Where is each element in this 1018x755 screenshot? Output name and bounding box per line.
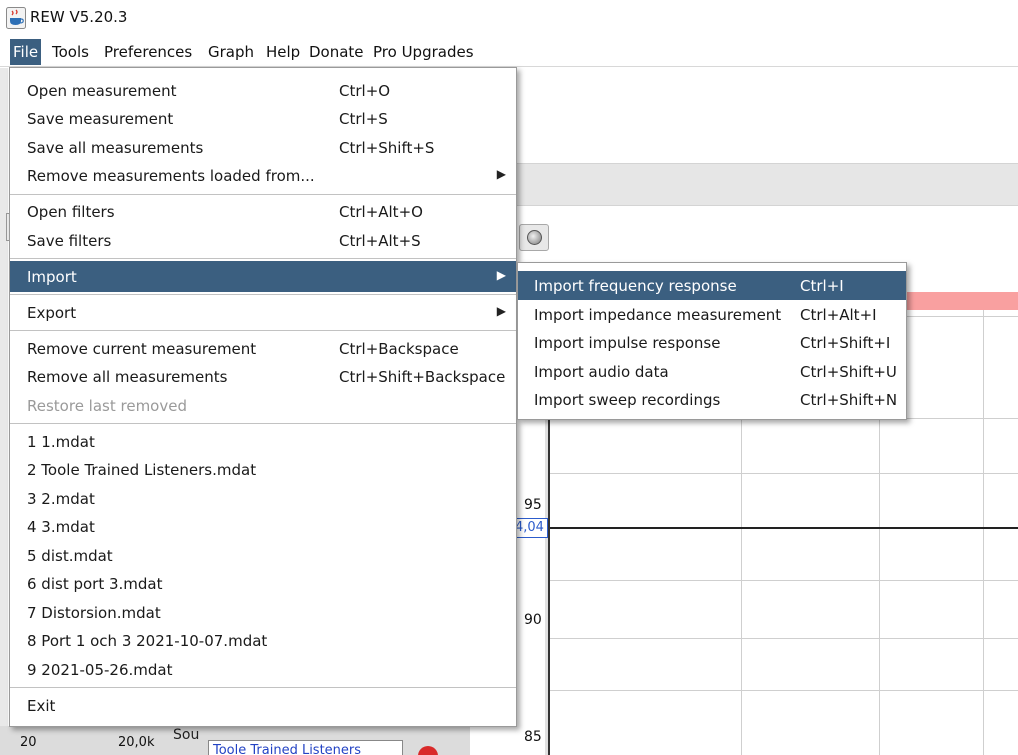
grid-line: [550, 638, 1018, 639]
java-cup-icon: [6, 7, 26, 29]
title-bar: REW V5.20.3: [0, 0, 1018, 36]
grid-line: [983, 310, 984, 755]
submenu-arrow-icon: ▶: [496, 304, 506, 318]
menu-bar: File Tools Preferences Graph Help Donate…: [0, 36, 1018, 67]
submenu-arrow-icon: ▶: [496, 268, 506, 282]
plot-band: [906, 292, 1018, 310]
recent-file-item[interactable]: 8 Port 1 och 3 2021-10-07.mdat: [10, 626, 516, 655]
toolbar-button[interactable]: [519, 224, 549, 251]
rew-window: REW V5.20.3 File Tools Preferences Graph…: [0, 0, 1018, 755]
y-tick-label: 95: [524, 497, 542, 513]
record-knob-icon: [527, 230, 542, 245]
measurement-selector[interactable]: Toole Trained Listeners: [208, 740, 403, 755]
x-axis-min-label: 20: [20, 735, 37, 750]
toolbar-strip: [517, 163, 1018, 206]
menu-graph[interactable]: Graph: [205, 39, 257, 65]
menu-separator: [10, 687, 516, 688]
window-title: REW V5.20.3: [30, 8, 128, 26]
recent-file-item[interactable]: 5 dist.mdat: [10, 541, 516, 570]
y-tick-label: 90: [524, 612, 542, 628]
measurement-trace: [550, 527, 1018, 529]
source-label: Sou: [173, 727, 200, 743]
menu-preferences[interactable]: Preferences: [101, 39, 195, 65]
menu-file[interactable]: File: [10, 39, 42, 65]
menu-item-remove-all[interactable]: Remove all measurements Ctrl+Shift+Backs…: [10, 362, 516, 391]
menu-help[interactable]: Help: [263, 39, 303, 65]
menu-item-open-filters[interactable]: Open filters Ctrl+Alt+O: [10, 197, 516, 226]
menu-item-import[interactable]: Import ▶: [10, 261, 516, 292]
y-tick-label: 85: [524, 729, 542, 745]
recent-file-item[interactable]: 4 3.mdat: [10, 512, 516, 541]
menu-item-restore-last-removed: Restore last removed: [27, 397, 187, 415]
menu-pro-upgrades[interactable]: Pro Upgrades: [370, 39, 477, 65]
menu-item-import-sweep-recordings[interactable]: Import sweep recordings Ctrl+Shift+N: [518, 385, 906, 414]
menu-tools[interactable]: Tools: [49, 39, 92, 65]
menu-donate[interactable]: Donate: [306, 39, 367, 65]
menu-separator: [10, 330, 516, 331]
recent-file-item[interactable]: 2 Toole Trained Listeners.mdat: [10, 455, 516, 484]
recent-file-item[interactable]: 7 Distorsion.mdat: [10, 598, 516, 627]
menu-item-save-filters[interactable]: Save filters Ctrl+Alt+S: [10, 226, 516, 255]
file-menu: Open measurement Ctrl+O Save measurement…: [9, 67, 517, 727]
menu-item-import-audio-data[interactable]: Import audio data Ctrl+Shift+U: [518, 357, 906, 386]
recent-file-item[interactable]: 9 2021-05-26.mdat: [10, 655, 516, 684]
menu-separator: [10, 194, 516, 195]
x-axis-max-label: 20,0k: [118, 735, 155, 750]
menu-item-open-measurement[interactable]: Open measurement Ctrl+O: [10, 76, 516, 105]
menu-separator: [10, 294, 516, 295]
import-submenu: Import frequency response Ctrl+I Import …: [517, 262, 907, 420]
grid-line: [550, 690, 1018, 691]
grid-line: [550, 580, 1018, 581]
menu-item-import-frequency-response[interactable]: Import frequency response Ctrl+I: [518, 271, 906, 300]
menu-item-import-impedance[interactable]: Import impedance measurement Ctrl+Alt+I: [518, 300, 906, 329]
menu-item-export[interactable]: Export ▶: [10, 298, 516, 327]
menu-item-remove-current[interactable]: Remove current measurement Ctrl+Backspac…: [10, 334, 516, 363]
menu-separator: [10, 423, 516, 424]
menu-item-remove-loaded-from[interactable]: Remove measurements loaded from... ▶: [10, 161, 516, 190]
menu-item-exit[interactable]: Exit: [10, 691, 516, 720]
submenu-arrow-icon: ▶: [496, 167, 506, 181]
recent-file-item[interactable]: 3 2.mdat: [10, 484, 516, 513]
menu-item-save-all-measurements[interactable]: Save all measurements Ctrl+Shift+S: [10, 133, 516, 162]
grid-line: [550, 473, 1018, 474]
recent-file-item[interactable]: 6 dist port 3.mdat: [10, 569, 516, 598]
menu-separator: [10, 258, 516, 259]
left-frame: [0, 68, 8, 755]
recent-file-item[interactable]: 1 1.mdat: [10, 427, 516, 456]
menu-item-save-measurement[interactable]: Save measurement Ctrl+S: [10, 104, 516, 133]
menu-item-import-impulse-response[interactable]: Import impulse response Ctrl+Shift+I: [518, 328, 906, 357]
